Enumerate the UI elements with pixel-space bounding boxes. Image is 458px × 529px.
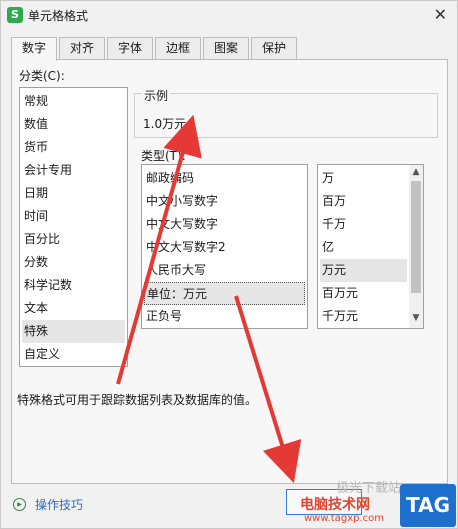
unit-item[interactable]: 百万元 xyxy=(320,282,407,305)
category-item-time[interactable]: 时间 xyxy=(22,205,125,228)
wps-app-icon: S xyxy=(7,7,23,23)
site-watermark: 极光下载站 电脑技术网 www.tagxp.com TAG xyxy=(300,481,458,529)
unit-item[interactable]: 亿 xyxy=(320,236,407,259)
unit-list[interactable]: 万 百万 千万 亿 万元 百万元 千万元 ▲ ▼ xyxy=(317,164,424,329)
category-item-special[interactable]: 特殊 xyxy=(22,320,125,343)
type-item-rmb-uppercase[interactable]: 人民币大写 xyxy=(144,259,305,282)
scroll-thumb[interactable] xyxy=(411,181,421,293)
type-item-plus-minus[interactable]: 正负号 xyxy=(144,305,305,328)
type-item-chinese-uppercase-2[interactable]: 中文大写数字2 xyxy=(144,236,305,259)
sample-label: 示例 xyxy=(142,87,171,104)
operation-tips-label[interactable]: 操作技巧 xyxy=(35,496,83,513)
category-label: 分类(C): xyxy=(19,69,65,83)
format-cells-dialog: S 单元格格式 ✕ 数字 对齐 字体 边框 图案 保护 分类(C): 常规 数值… xyxy=(0,0,458,529)
category-item-number[interactable]: 数值 xyxy=(22,113,125,136)
unit-list-scrollbar[interactable]: ▲ ▼ xyxy=(409,165,423,328)
type-list[interactable]: 邮政编码 中文小写数字 中文大写数字 中文大写数字2 人民币大写 单位：万元 正… xyxy=(141,164,308,329)
title-bar: S 单元格格式 ✕ xyxy=(1,1,457,29)
watermark-url: www.tagxp.com xyxy=(304,513,384,524)
dialog-title: 单元格格式 xyxy=(28,9,89,23)
unit-item[interactable]: 千万元 xyxy=(320,305,407,328)
tab-font[interactable]: 字体 xyxy=(107,37,153,60)
scroll-down-icon[interactable]: ▼ xyxy=(409,313,423,323)
watermark-brand: 电脑技术网 xyxy=(300,497,370,513)
tab-number[interactable]: 数字 xyxy=(11,37,57,61)
sample-value: 1.0万元 xyxy=(143,117,187,131)
tab-protection[interactable]: 保护 xyxy=(251,37,297,60)
type-item-chinese-uppercase[interactable]: 中文大写数字 xyxy=(144,213,305,236)
format-description: 特殊格式可用于跟踪数据列表及数据库的值。 xyxy=(17,393,258,407)
category-item-text[interactable]: 文本 xyxy=(22,297,125,320)
type-item-unit[interactable]: 单位：万元 xyxy=(144,282,305,305)
category-item-scientific[interactable]: 科学记数 xyxy=(22,274,125,297)
category-item-date[interactable]: 日期 xyxy=(22,182,125,205)
scroll-up-icon[interactable]: ▲ xyxy=(409,167,423,177)
tab-pattern[interactable]: 图案 xyxy=(203,37,249,60)
close-icon[interactable]: ✕ xyxy=(434,5,447,24)
type-item-chinese-lowercase[interactable]: 中文小写数字 xyxy=(144,190,305,213)
tab-border[interactable]: 边框 xyxy=(155,37,201,60)
unit-item-selected[interactable]: 万元 xyxy=(320,259,407,282)
unit-item[interactable]: 百万 xyxy=(320,190,407,213)
tab-alignment[interactable]: 对齐 xyxy=(59,37,105,60)
watermark-tag-logo: TAG xyxy=(400,484,456,527)
unit-item[interactable]: 万 xyxy=(320,167,407,190)
category-list[interactable]: 常规 数值 货币 会计专用 日期 时间 百分比 分数 科学记数 文本 特殊 自定… xyxy=(19,87,128,367)
unit-item[interactable]: 千万 xyxy=(320,213,407,236)
category-item-general[interactable]: 常规 xyxy=(22,90,125,113)
play-circle-icon: ▶ xyxy=(13,498,26,511)
category-item-fraction[interactable]: 分数 xyxy=(22,251,125,274)
category-item-custom[interactable]: 自定义 xyxy=(22,343,125,366)
category-item-currency[interactable]: 货币 xyxy=(22,136,125,159)
category-item-percentage[interactable]: 百分比 xyxy=(22,228,125,251)
category-item-accounting[interactable]: 会计专用 xyxy=(22,159,125,182)
type-item-postal-code[interactable]: 邮政编码 xyxy=(144,167,305,190)
type-label: 类型(T): xyxy=(141,149,186,163)
